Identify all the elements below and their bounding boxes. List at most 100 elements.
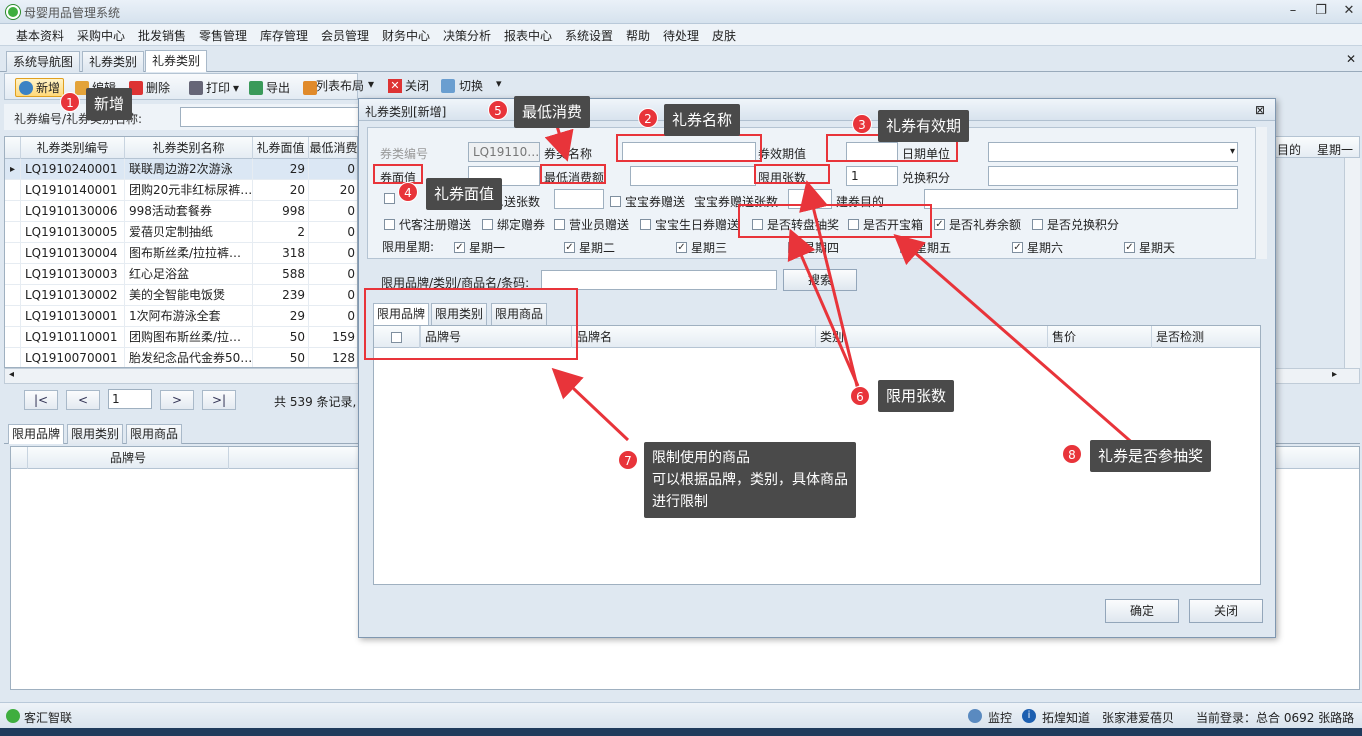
weekday-tue[interactable]: ✓ 星期二 — [564, 239, 615, 256]
col-monday[interactable]: 星期一 — [1317, 141, 1353, 158]
menu-report[interactable]: 报表中心 — [504, 27, 552, 44]
reg-give-checkbox[interactable]: 代客注册赠送 — [384, 216, 471, 233]
prev-page-button[interactable]: < — [66, 390, 100, 410]
table-cell: 998活动套餐券 — [125, 201, 253, 222]
annot-badge-1: 1 — [60, 92, 80, 112]
menu-settings[interactable]: 系统设置 — [565, 27, 613, 44]
ok-button[interactable]: 确定 — [1105, 599, 1179, 623]
right-vscroll[interactable] — [1344, 158, 1360, 368]
col-dlg-price[interactable]: 售价 — [1048, 326, 1152, 348]
bottom-tab-brand[interactable]: 限用品牌 — [8, 424, 65, 444]
dialog-close-icon[interactable]: ⊠ — [1255, 103, 1265, 117]
table-row[interactable]: ▸ LQ1910240001 联联周边游2次游泳 29 0 — [5, 159, 357, 180]
tab-close-icon[interactable]: ✕ — [1346, 52, 1356, 66]
annot-badge-3: 3 — [852, 114, 872, 134]
cancel-button[interactable]: 关闭 — [1189, 599, 1263, 623]
menu-basic[interactable]: 基本资料 — [16, 27, 64, 44]
table-cell: 团购20元非红标尿裤… — [125, 180, 253, 201]
filter-input[interactable] — [541, 270, 777, 290]
col-name[interactable]: 礼券类别名称 — [125, 137, 253, 159]
points-input[interactable] — [988, 166, 1238, 186]
table-row[interactable]: LQ1910140001 团购20元非红标尿裤… 20 20 — [5, 180, 357, 201]
weekday-mon[interactable]: ✓ 星期一 — [454, 239, 505, 256]
menu-pending[interactable]: 待处理 — [663, 27, 699, 44]
weekday-thu[interactable]: ✓ 星期四 — [788, 239, 839, 256]
last-page-button[interactable]: >| — [202, 390, 236, 410]
tab-nav[interactable]: 系统导航图 — [6, 51, 81, 72]
monitor-icon — [968, 709, 982, 723]
scroll-right-icon[interactable]: ▸ — [1332, 369, 1337, 380]
min-input[interactable] — [630, 166, 756, 186]
toolbar-more-icon[interactable]: ▾ — [496, 77, 502, 90]
table-row[interactable]: LQ1910130001 1次阿布游泳全套 29 0 — [5, 306, 357, 327]
menu-skin[interactable]: 皮肤 — [712, 27, 736, 44]
table-row[interactable]: LQ1910130005 爱蓓贝定制抽纸 2 0 — [5, 222, 357, 243]
date-unit-select[interactable]: ▾ — [988, 142, 1238, 162]
menu-finance[interactable]: 财务中心 — [382, 27, 430, 44]
weekday-fri[interactable]: ✓ 星期五 — [900, 239, 951, 256]
menu-wholesale[interactable]: 批发销售 — [138, 27, 186, 44]
purpose-input[interactable] — [924, 189, 1238, 209]
search-input[interactable] — [180, 107, 360, 127]
status-info[interactable]: 拓煌知道 — [1042, 709, 1090, 726]
table-row[interactable]: LQ1910130006 998活动套餐券 998 0 — [5, 201, 357, 222]
window-close-button[interactable]: ✕ — [1338, 2, 1360, 20]
col-face[interactable]: 礼券面值 — [253, 137, 309, 159]
give-checkbox[interactable] — [384, 193, 395, 204]
menu-bar: 基本资料 采购中心 批发销售 零售管理 库存管理 会员管理 财务中心 决策分析 … — [0, 24, 1362, 46]
col-brand-no[interactable]: 品牌号 — [27, 447, 229, 469]
col-purpose[interactable]: 目的 — [1277, 141, 1301, 158]
minimize-button[interactable]: – — [1282, 2, 1304, 20]
add-icon — [19, 80, 33, 95]
first-page-button[interactable]: |< — [24, 390, 58, 410]
col-dlg-category[interactable]: 类别 — [816, 326, 1048, 348]
delete-button[interactable]: 删除 — [129, 78, 170, 97]
menu-help[interactable]: 帮助 — [626, 27, 650, 44]
menu-analysis[interactable]: 决策分析 — [443, 27, 491, 44]
add-button[interactable]: 新增 — [15, 78, 65, 97]
col-min[interactable]: 最低消费 — [309, 137, 357, 159]
balance-checkbox[interactable]: ✓ 是否礼券余额 — [934, 216, 1021, 233]
bottom-tab-product[interactable]: 限用商品 — [126, 424, 183, 444]
status-monitor[interactable]: 监控 — [988, 709, 1012, 726]
tab-coupon-type-2[interactable]: 礼券类别 — [145, 50, 208, 72]
weekday-wed[interactable]: ✓ 星期三 — [676, 239, 727, 256]
menu-purchase[interactable]: 采购中心 — [77, 27, 125, 44]
table-cell: LQ1910130004 — [21, 243, 125, 264]
table-row[interactable]: LQ1910070001 胎发纪念品代金券50… 50 128 — [5, 348, 357, 367]
weekday-sun[interactable]: ✓ 星期天 — [1124, 239, 1175, 256]
table-row[interactable]: LQ1910130002 美的全智能电饭煲 239 0 — [5, 285, 357, 306]
bb-give-checkbox[interactable]: 宝宝券赠送 — [610, 193, 685, 210]
table-row[interactable]: LQ1910130004 图布斯丝柔/拉拉裤… 318 0 — [5, 243, 357, 264]
page-input[interactable]: 1 — [108, 389, 152, 409]
bind-give-checkbox[interactable]: 绑定赠券 — [482, 216, 545, 233]
weekday-sat[interactable]: ✓ 星期六 — [1012, 239, 1063, 256]
scroll-left-icon[interactable]: ◂ — [9, 369, 14, 380]
form-vscroll[interactable] — [1255, 127, 1267, 259]
layout-button[interactable]: 列表布局 — [303, 78, 317, 97]
maximize-button[interactable]: ❐ — [1310, 2, 1332, 20]
col-code[interactable]: 礼券类别编号 — [21, 137, 125, 159]
bottom-tab-category[interactable]: 限用类别 — [67, 424, 124, 444]
close-toolbar-button[interactable]: 关闭 — [405, 77, 429, 94]
col-dlg-brand-name[interactable]: 品牌名 — [572, 326, 816, 348]
status-store: 张家港爱蓓贝 — [1102, 711, 1175, 725]
table-row[interactable]: LQ1910130003 红心足浴盆 588 0 — [5, 264, 357, 285]
print-button[interactable]: 打印 ▾ — [189, 78, 239, 97]
search-button[interactable]: 搜索 — [783, 269, 857, 291]
table-cell: LQ1910240001 — [21, 159, 125, 180]
menu-member[interactable]: 会员管理 — [321, 27, 369, 44]
export-button[interactable]: 导出 — [249, 78, 290, 97]
switch-button[interactable]: 切换 — [459, 77, 483, 94]
next-page-button[interactable]: > — [160, 390, 194, 410]
limit-input[interactable]: 1 — [846, 166, 898, 186]
exchange-checkbox[interactable]: 是否兑换积分 — [1032, 216, 1119, 233]
give-count-input[interactable] — [554, 189, 604, 209]
tab-coupon-type-1[interactable]: 礼券类别 — [82, 51, 145, 72]
menu-retail[interactable]: 零售管理 — [199, 27, 247, 44]
bday-give-checkbox[interactable]: 宝宝生日券赠送 — [640, 216, 739, 233]
col-dlg-checked[interactable]: 是否检测 — [1152, 326, 1262, 348]
menu-inventory[interactable]: 库存管理 — [260, 27, 308, 44]
staff-give-checkbox[interactable]: 营业员赠送 — [554, 216, 629, 233]
table-row[interactable]: LQ1910110001 团购图布斯丝柔/拉… 50 159 — [5, 327, 357, 348]
